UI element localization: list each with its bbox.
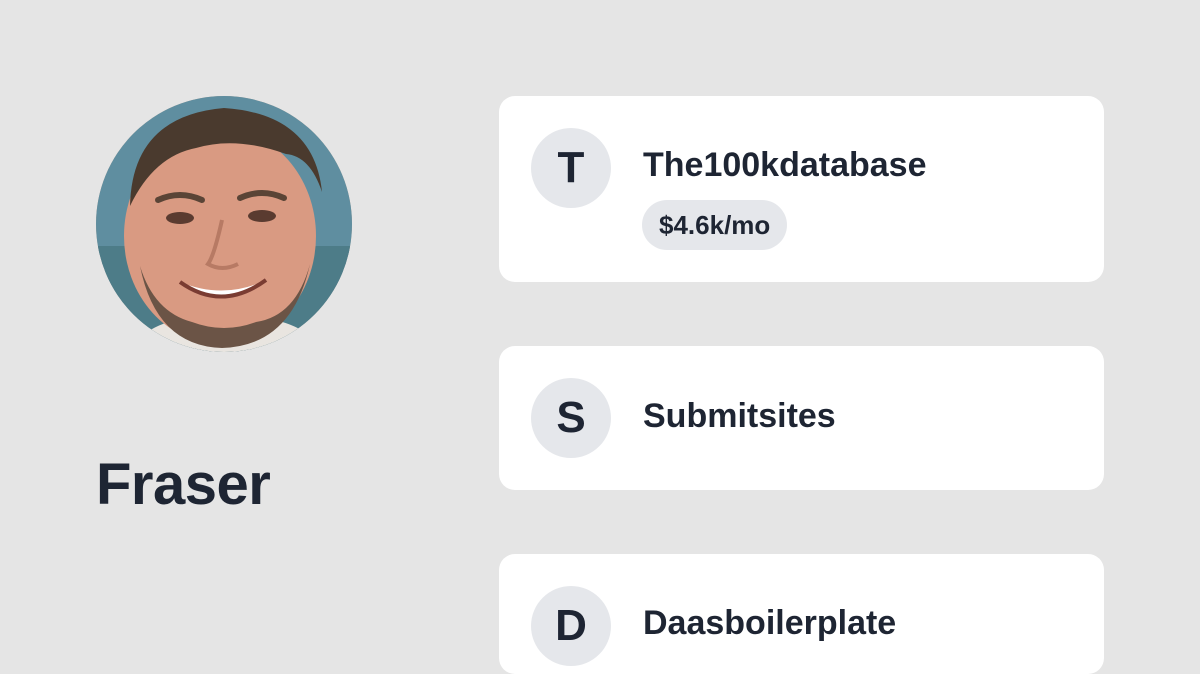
revenue-badge: $4.6k/mo [642, 200, 788, 250]
profile-avatar [96, 96, 352, 352]
profile-name: Fraser [96, 452, 271, 517]
product-initial-badge: S [531, 378, 611, 458]
product-initial-badge: T [531, 128, 611, 208]
avatar-photo [96, 96, 352, 352]
product-initial-badge: D [531, 586, 611, 666]
product-card-submitsites[interactable]: S Submitsites [499, 346, 1104, 490]
product-card-the100kdatabase[interactable]: T The100kdatabase $4.6k/mo [499, 96, 1104, 282]
product-name[interactable]: Submitsites [643, 399, 836, 433]
product-name[interactable]: The100kdatabase [643, 148, 927, 182]
product-name[interactable]: Daasboilerplate [643, 606, 896, 640]
product-card-daasboilerplate[interactable]: D Daasboilerplate [499, 554, 1104, 674]
